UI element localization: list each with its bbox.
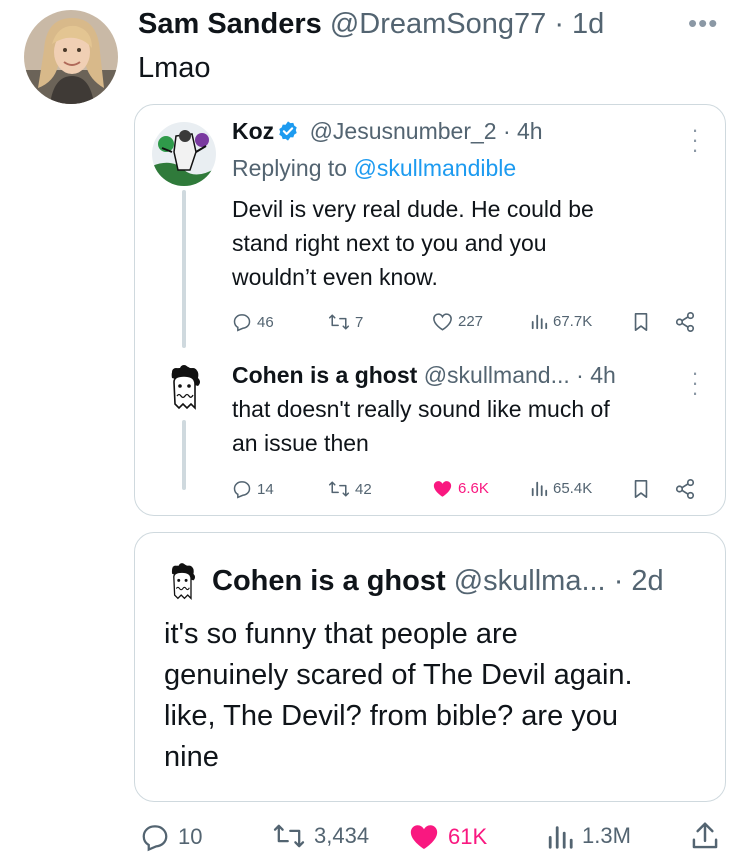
views-count: 1.3M xyxy=(582,823,631,848)
koz-handle[interactable]: @Jesusnumber_2 xyxy=(310,118,497,144)
quote-handle[interactable]: @skullma... xyxy=(454,565,606,597)
reply-count: 46 xyxy=(257,313,274,331)
text-line: stand right next to you and you xyxy=(232,230,547,256)
retweet-icon xyxy=(273,824,305,848)
more-vertical-icon[interactable]: · · · xyxy=(690,119,700,161)
avatar-cohen-ghost[interactable] xyxy=(162,364,206,412)
share-button[interactable] xyxy=(674,478,696,500)
more-horizontal-icon[interactable]: ••• xyxy=(688,10,718,36)
main-handle[interactable]: @DreamSong77 xyxy=(330,8,546,40)
views-count: 65.4K xyxy=(553,479,593,497)
cohen-reply-text: that doesn't really sound like much of a… xyxy=(232,392,610,460)
analytics-icon xyxy=(548,826,573,849)
avatar-koz[interactable] xyxy=(152,122,216,186)
quote-display-name[interactable]: Cohen is a ghost xyxy=(212,565,446,597)
text-line: that doesn't really sound like much of xyxy=(232,396,610,422)
analytics-icon xyxy=(531,314,548,330)
share-button[interactable] xyxy=(674,311,696,333)
like-button[interactable]: 6.6K xyxy=(432,479,489,498)
heart-filled-icon xyxy=(410,825,438,850)
heart-filled-icon xyxy=(433,481,452,497)
koz-display-name[interactable]: Koz xyxy=(232,118,274,144)
bookmark-button[interactable] xyxy=(632,312,650,332)
reply-count: 10 xyxy=(178,824,203,849)
retweet-icon xyxy=(328,481,350,497)
replying-to-line: Replying to @skullmandible xyxy=(232,153,516,183)
replying-to-handle[interactable]: @skullmandible xyxy=(353,155,516,181)
text-line: like, The Devil? from bible? are you xyxy=(164,700,619,732)
avatar-cohen-ghost[interactable] xyxy=(164,562,200,602)
share-icon xyxy=(675,312,695,332)
reply-button[interactable]: 14 xyxy=(232,479,274,499)
cohen-time[interactable]: · 4h xyxy=(576,362,616,388)
reply-count: 14 xyxy=(257,480,274,498)
bookmark-button[interactable] xyxy=(632,479,650,499)
heart-icon xyxy=(433,313,452,331)
verified-badge-icon xyxy=(277,119,299,149)
reply-button[interactable]: 10 xyxy=(140,822,202,852)
retweet-button[interactable]: 42 xyxy=(328,479,372,499)
views-button[interactable]: 65.4K xyxy=(530,479,592,497)
like-count: 61K xyxy=(448,823,488,849)
like-button[interactable]: 61K xyxy=(408,822,487,851)
koz-header: Koz @Jesusnumber_2 · 4h xyxy=(232,116,543,149)
thread-connector xyxy=(182,420,186,490)
cohen-reply-header: Cohen is a ghost @skullmand... · 4h xyxy=(232,360,616,390)
text-line: nine xyxy=(164,741,219,773)
quote-time[interactable]: · 2d xyxy=(614,565,664,597)
share-upload-icon xyxy=(692,822,718,849)
views-count: 67.7K xyxy=(553,312,593,330)
like-count: 227 xyxy=(458,313,484,330)
quote-header: Cohen is a ghost @skullma... · 2d xyxy=(212,563,664,599)
like-button[interactable]: 227 xyxy=(432,312,483,331)
reply-icon xyxy=(142,825,168,852)
main-time[interactable]: · 1d xyxy=(554,8,604,40)
retweet-count: 7 xyxy=(355,313,364,331)
views-button[interactable]: 1.3M xyxy=(546,822,631,850)
analytics-icon xyxy=(531,481,548,497)
thread-connector xyxy=(182,190,186,348)
more-vertical-icon[interactable]: · · · xyxy=(690,362,700,404)
text-line: wouldn’t even know. xyxy=(232,264,438,290)
avatar-sam-sanders[interactable] xyxy=(24,10,118,104)
bookmark-icon xyxy=(634,313,648,331)
views-button[interactable]: 67.7K xyxy=(530,312,592,330)
like-count: 6.6K xyxy=(458,480,489,497)
main-tweet-header: Sam Sanders @DreamSong77 · 1d xyxy=(138,6,604,42)
retweet-button[interactable]: 3,434 xyxy=(272,822,369,850)
reply-icon xyxy=(233,481,251,499)
main-tweet-text: Lmao xyxy=(138,52,211,84)
quote-tweet-text: it's so funny that people are genuinely … xyxy=(164,614,633,778)
reply-icon xyxy=(233,314,251,332)
reply-button[interactable]: 46 xyxy=(232,312,274,332)
bookmark-icon xyxy=(634,480,648,498)
koz-time[interactable]: · 4h xyxy=(503,118,543,144)
text-line: Devil is very real dude. He could be xyxy=(232,196,594,222)
share-icon xyxy=(675,479,695,499)
retweet-button[interactable]: 7 xyxy=(328,312,363,332)
replying-to-prefix: Replying to xyxy=(232,155,348,181)
share-button[interactable] xyxy=(690,820,720,852)
retweet-count: 3,434 xyxy=(314,823,370,848)
cohen-handle[interactable]: @skullmand... xyxy=(424,362,570,388)
text-line: it's so funny that people are xyxy=(164,618,518,650)
text-line: genuinely scared of The Devil again. xyxy=(164,659,633,691)
cohen-display-name[interactable]: Cohen is a ghost xyxy=(232,362,417,388)
text-line: an issue then xyxy=(232,430,369,456)
retweet-icon xyxy=(328,314,350,330)
main-display-name[interactable]: Sam Sanders xyxy=(138,8,322,40)
koz-tweet-text: Devil is very real dude. He could be sta… xyxy=(232,192,594,294)
retweet-count: 42 xyxy=(355,480,372,498)
